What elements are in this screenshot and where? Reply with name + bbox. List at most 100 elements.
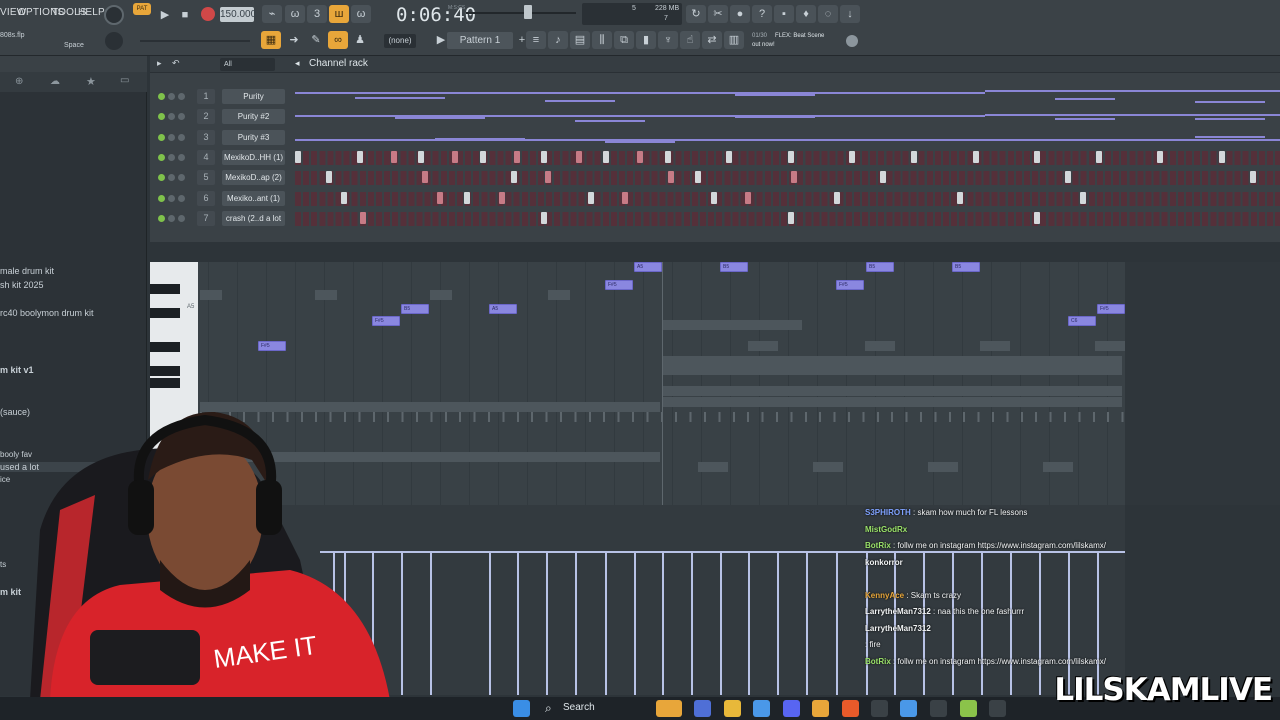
volume-knob[interactable] [178,133,185,141]
taskbar-search[interactable]: Search [563,702,595,713]
plugin-icon[interactable]: ♦ [796,5,816,23]
velocity-bar[interactable] [691,552,693,695]
midi-note[interactable]: F#5 [372,316,400,326]
mute-led[interactable] [158,93,165,100]
step-on[interactable] [710,191,717,204]
step-sequencer[interactable] [295,150,1280,165]
arrows-icon[interactable]: ⇄ [702,31,722,49]
pan-knob[interactable] [168,153,175,161]
cut-icon[interactable]: ✂ [708,5,728,23]
pat-song-toggle[interactable]: PAT [133,3,151,15]
velocity-bar[interactable] [489,552,491,695]
channel-row[interactable]: 4 MexikoD..HH (1) [150,149,1280,167]
browser-item[interactable]: sh kit 2025 [0,280,44,290]
midi-note[interactable]: B5 [720,262,748,272]
play-button[interactable]: ▶ [155,6,175,24]
volume-knob[interactable] [178,113,185,121]
step-on[interactable] [695,171,702,184]
mute-led[interactable] [158,133,165,141]
velocity-bar[interactable] [662,552,664,695]
news-subtitle[interactable]: out now! [752,42,775,48]
touch-icon[interactable]: ☝ [680,31,700,49]
refresh-icon[interactable]: ↻ [686,5,706,23]
channel-name-button[interactable]: MexikoD..ap (2) [222,170,285,186]
channel-row[interactable]: 1 Purity [150,88,1280,106]
mixer-icon[interactable]: ⫼ [592,31,612,49]
velocity-bar[interactable] [575,552,577,695]
file-explorer-icon[interactable] [724,700,741,717]
pencil-icon[interactable]: ✎ [306,31,326,49]
midi-note[interactable]: F#5 [605,280,633,290]
step-sequencer[interactable] [295,171,1280,186]
midi-note[interactable]: F#5 [258,341,286,351]
channel-number[interactable]: 7 [197,210,215,226]
chat-username[interactable]: KennyAce [865,591,904,600]
metronome-icon[interactable]: ⌁ [262,5,282,23]
step-on[interactable] [787,150,794,163]
browser-item[interactable]: m kit v1 [0,365,34,375]
discord-icon[interactable] [783,700,800,717]
piano-roll-preview[interactable] [295,88,1280,106]
channel-row[interactable]: 3 Purity #3 [150,129,1280,147]
pan-knob[interactable] [168,93,175,100]
chat-username[interactable]: MistGodRx [865,525,907,534]
star-icon[interactable]: ★ [86,75,96,88]
chat-username[interactable]: BotRix [865,541,891,550]
news-title[interactable]: FLEX: Beat Scene [775,33,824,39]
step-on[interactable] [1065,171,1071,184]
step-on[interactable] [418,150,425,163]
fl-studio-icon[interactable] [812,700,829,717]
piano-roll-icon[interactable]: ♪ [548,31,568,49]
step-on[interactable] [510,171,517,184]
black-key[interactable] [150,366,180,376]
channel-row[interactable]: 2 Purity #2 [150,108,1280,126]
pan-knob[interactable] [168,214,175,222]
news-globe-icon[interactable] [846,35,858,47]
folder-icon[interactable]: ▭ [120,75,129,86]
velocity-bar[interactable] [720,552,722,695]
channel-name-button[interactable]: crash (2..d a lot [222,210,285,226]
volume-knob[interactable] [178,93,185,100]
pattern-selector[interactable]: Pattern 1 [447,32,513,49]
channel-name-button[interactable]: Purity #3 [222,129,285,145]
download-icon[interactable]: ↓ [840,5,860,23]
midi-note[interactable]: F#5 [1097,304,1125,314]
step-on[interactable] [849,150,856,163]
menu-help[interactable]: HELP [78,7,105,18]
pan-knob[interactable] [168,194,175,202]
channel-number[interactable]: 4 [197,149,215,165]
steam-icon[interactable] [900,700,917,717]
step-on[interactable] [911,150,917,163]
rack-menu-icon[interactable]: ◂ [295,58,300,69]
stamp-icon[interactable]: ♟ [350,31,370,49]
step-accent[interactable] [575,150,582,163]
step-accent[interactable] [498,191,505,204]
tune-icon[interactable]: ♆ [658,31,678,49]
snap-selector[interactable]: (none) [384,34,416,48]
step-on[interactable] [972,150,979,163]
step-accent[interactable] [621,191,628,204]
step-accent[interactable] [745,191,751,204]
widget-icon[interactable] [656,700,682,717]
chat-username[interactable]: S3PHIROTH [865,508,911,517]
step-sequencer[interactable] [295,211,1280,226]
step-on[interactable] [664,150,671,163]
mute-led[interactable] [158,113,165,121]
chat-username[interactable]: LarrytheMan7312 [865,624,931,633]
volume-knob[interactable] [178,174,185,182]
slider-handle[interactable] [524,5,532,19]
step-on[interactable] [325,171,332,184]
cloud-icon[interactable]: ☁ [50,76,60,87]
step-on[interactable] [541,211,548,224]
channel-name-button[interactable]: Mexiko..ant (1) [222,190,285,206]
link-icon[interactable]: ∞ [328,31,348,49]
stop-button[interactable]: ■ [175,6,195,24]
channel-rack-icon[interactable]: ▤ [570,31,590,49]
step-on[interactable] [603,150,609,163]
brave-icon[interactable] [842,700,859,717]
compass-icon[interactable]: ⊕ [15,76,23,87]
step-on[interactable] [341,191,348,204]
black-key[interactable] [150,342,180,352]
piano-roll-preview[interactable] [295,108,1280,126]
step-accent[interactable] [637,150,644,163]
